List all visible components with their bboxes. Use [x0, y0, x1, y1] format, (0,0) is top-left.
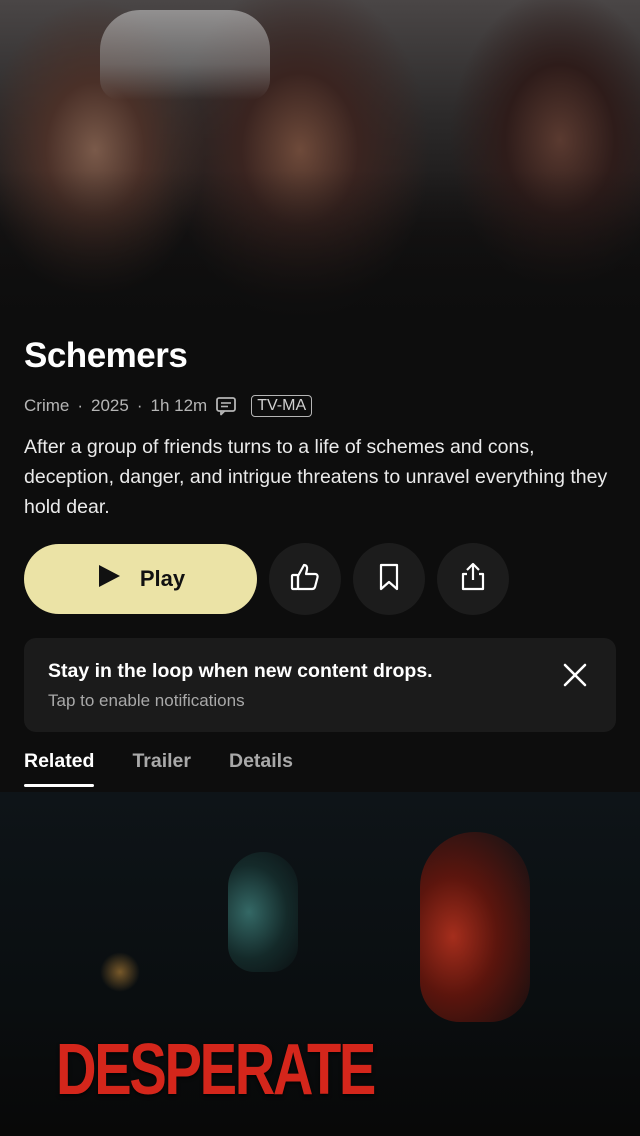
notification-prompt[interactable]: Stay in the loop when new content drops.…: [24, 638, 616, 732]
close-icon[interactable]: [562, 662, 588, 688]
show-synopsis: After a group of friends turns to a life…: [24, 436, 608, 518]
hero-car-shape: [100, 10, 270, 100]
thumbnail-background-lights: [100, 952, 140, 992]
genre: Crime: [24, 396, 70, 415]
play-button-label: Play: [139, 566, 186, 591]
content-rating-badge: TV-MA: [251, 395, 313, 417]
closed-captions-icon: [215, 396, 237, 416]
show-meta: Crime · 2025 · 1h 12m TV-MA: [24, 394, 313, 418]
tab-trailer[interactable]: Trailer: [132, 750, 191, 787]
play-button[interactable]: Play: [24, 544, 257, 614]
play-icon: [96, 563, 122, 595]
bookmark-icon: [374, 562, 404, 597]
hero-artwork: [0, 0, 640, 330]
show-detail-page: Schemers Crime · 2025 · 1h 12m TV-MA Aft…: [0, 0, 640, 1136]
thumbnail-figure-left: [228, 852, 298, 972]
meta-separator: ·: [136, 396, 143, 415]
tab-details[interactable]: Details: [229, 750, 293, 787]
share-icon: [457, 561, 489, 598]
detail-tabs: Related Trailer Details: [24, 750, 293, 787]
share-button[interactable]: [437, 543, 509, 615]
related-title-thumbnail[interactable]: DESPERATE: [0, 792, 640, 1136]
year: 2025: [91, 396, 129, 415]
tab-related[interactable]: Related: [24, 750, 95, 787]
meta-separator: ·: [77, 396, 84, 415]
notification-subtitle: Tap to enable notifications: [48, 691, 245, 710]
notification-title: Stay in the loop when new content drops.: [48, 660, 433, 682]
action-row: Play: [24, 543, 509, 615]
related-poster-title: DESPERATE: [56, 1030, 376, 1110]
like-button[interactable]: [269, 543, 341, 615]
thumbnail-figure-right: [420, 832, 530, 1022]
hero-fade: [0, 170, 640, 330]
duration: 1h 12m: [150, 396, 208, 415]
thumbs-up-icon: [289, 561, 321, 598]
show-title: Schemers: [24, 336, 188, 375]
save-button[interactable]: [353, 543, 425, 615]
